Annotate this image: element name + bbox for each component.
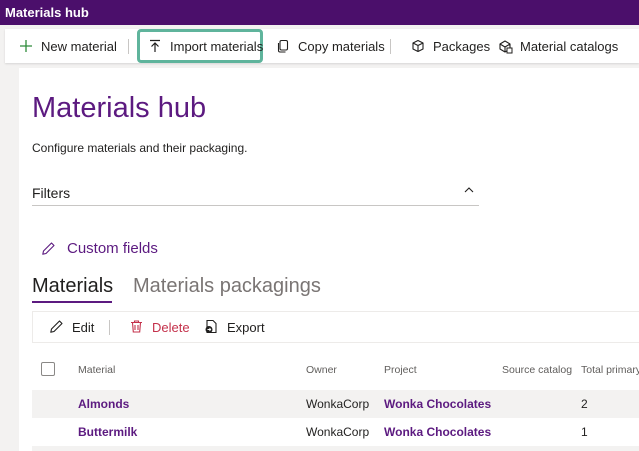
table-row[interactable]: Buttermilk WonkaCorp Wonka Chocolates 1 — [32, 418, 639, 446]
pencil-icon — [49, 319, 65, 335]
new-material-label: New material — [41, 38, 117, 54]
delete-button[interactable]: Delete — [129, 312, 190, 342]
copy-materials-label: Copy materials — [298, 38, 385, 54]
export-icon — [204, 319, 220, 335]
pencil-icon — [41, 241, 57, 257]
custom-fields-label: Custom fields — [67, 240, 158, 257]
edit-button[interactable]: Edit — [49, 312, 94, 342]
table-command-bar: Edit Delete Export — [32, 311, 639, 343]
copy-materials-button[interactable]: Copy materials — [275, 29, 385, 63]
table-row — [32, 446, 639, 451]
table-row[interactable]: Almonds WonkaCorp Wonka Chocolates 2 — [32, 390, 639, 418]
select-all-checkbox[interactable] — [41, 362, 55, 376]
column-header-owner[interactable]: Owner — [306, 364, 337, 376]
command-separator — [109, 320, 110, 335]
filters-section[interactable]: Filters — [32, 182, 479, 206]
total-primary-cell: 1 — [581, 425, 588, 439]
column-header-total-primary[interactable]: Total primary — [581, 364, 639, 376]
app-title-bar: Materials hub — [0, 0, 639, 25]
main-panel: Materials hub Configure materials and th… — [19, 68, 639, 451]
chevron-up-icon[interactable] — [461, 182, 477, 198]
tab-materials-packagings[interactable]: Materials packagings — [133, 275, 321, 298]
active-tab-indicator — [32, 301, 112, 303]
copy-icon — [275, 38, 291, 54]
upload-icon — [147, 38, 163, 54]
page-subtitle: Configure materials and their packaging. — [32, 141, 248, 155]
delete-label: Delete — [152, 319, 190, 335]
material-catalogs-label: Material catalogs — [520, 38, 619, 54]
packages-label: Packages — [433, 38, 491, 54]
project-link[interactable]: Wonka Chocolates — [384, 397, 491, 411]
column-header-project[interactable]: Project — [384, 364, 417, 376]
app-title: Materials hub — [5, 5, 89, 20]
command-separator — [128, 39, 129, 54]
export-label: Export — [227, 319, 265, 335]
command-bar: New material Import materials Copy mater… — [5, 29, 639, 63]
filters-label: Filters — [32, 185, 71, 201]
page-title: Materials hub — [32, 92, 207, 124]
packages-button[interactable]: Packages — [410, 29, 490, 63]
material-name-link[interactable]: Almonds — [78, 397, 129, 411]
column-header-material[interactable]: Material — [78, 364, 115, 376]
tab-materials[interactable]: Materials — [32, 275, 113, 298]
new-material-button[interactable]: New material — [18, 29, 117, 63]
import-materials-label: Import materials — [170, 38, 264, 54]
owner-cell: WonkaCorp — [306, 397, 370, 411]
table-header: Material Owner Project Source catalog To… — [32, 357, 639, 383]
command-separator — [390, 39, 391, 54]
trash-icon — [129, 319, 145, 335]
column-header-source-catalog[interactable]: Source catalog — [502, 364, 572, 376]
owner-cell: WonkaCorp — [306, 425, 370, 439]
catalog-icon — [497, 38, 513, 54]
plus-icon — [18, 38, 34, 54]
total-primary-cell: 2 — [581, 397, 588, 411]
custom-fields-link[interactable]: Custom fields — [41, 240, 158, 257]
project-link[interactable]: Wonka Chocolates — [384, 425, 491, 439]
material-catalogs-button[interactable]: Material catalogs — [497, 29, 618, 63]
import-materials-button[interactable]: Import materials — [147, 29, 263, 63]
material-name-link[interactable]: Buttermilk — [78, 425, 137, 439]
export-button[interactable]: Export — [204, 312, 265, 342]
package-icon — [410, 38, 426, 54]
edit-label: Edit — [72, 319, 95, 335]
